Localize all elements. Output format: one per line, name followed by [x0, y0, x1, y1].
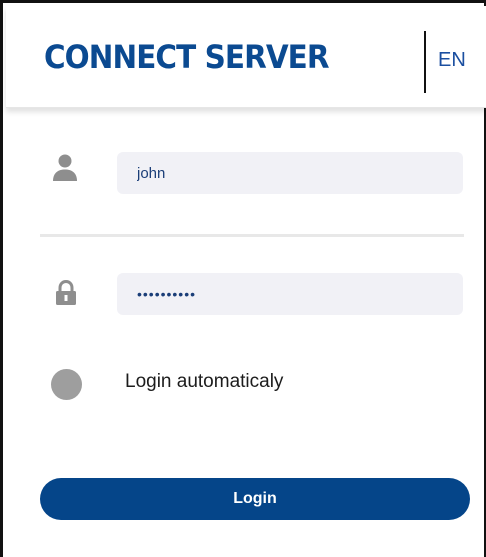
auto-login-toggle[interactable]: [51, 369, 82, 400]
app-title: CONNECT SERVER: [44, 38, 330, 76]
language-selector[interactable]: EN: [438, 50, 466, 70]
auto-login-label: Login automaticaly: [125, 371, 284, 392]
header-divider: [424, 31, 426, 93]
field-separator: [40, 234, 464, 237]
username-input[interactable]: [117, 152, 463, 194]
lock-icon: [56, 279, 76, 305]
app-header: CONNECT SERVER EN: [6, 6, 486, 108]
password-input[interactable]: [117, 273, 463, 315]
login-button[interactable]: Login: [40, 478, 470, 520]
user-icon: [53, 154, 77, 181]
